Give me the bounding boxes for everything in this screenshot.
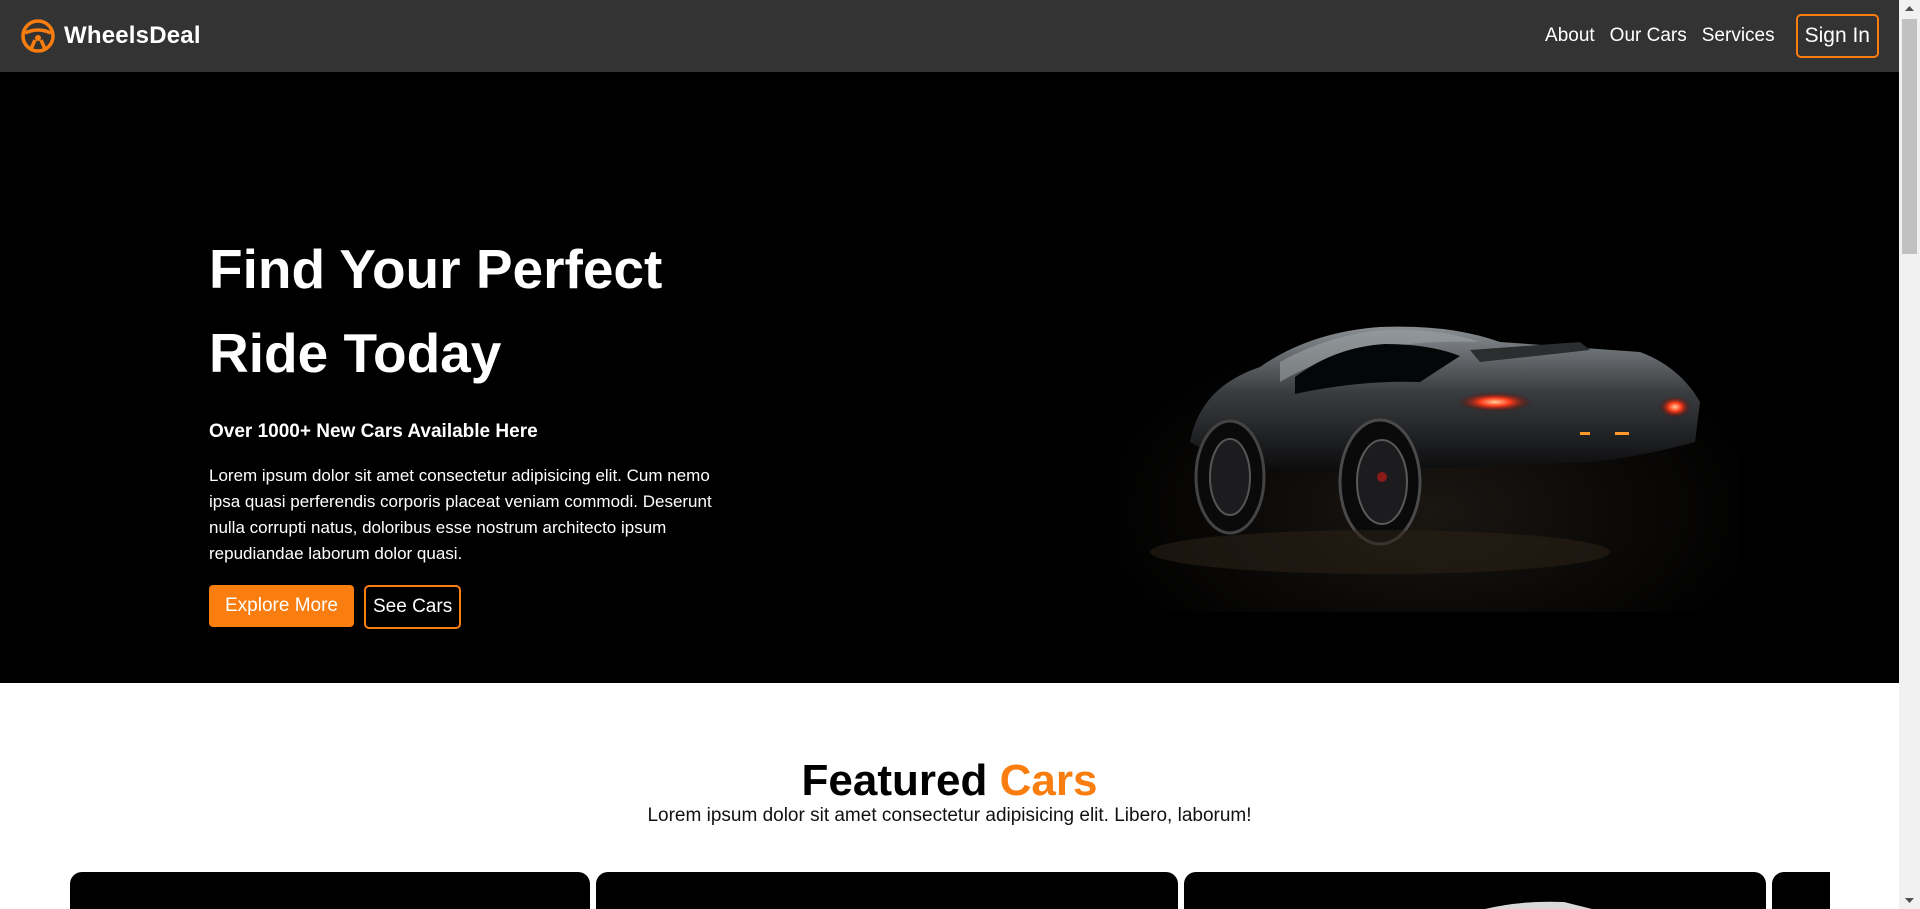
navbar: WheelsDeal About Our Cars Services Sign … bbox=[0, 0, 1899, 72]
car-card[interactable] bbox=[1184, 872, 1766, 909]
see-cars-button[interactable]: See Cars bbox=[364, 585, 462, 629]
explore-more-button[interactable]: Explore More bbox=[209, 585, 354, 627]
nav-link-about[interactable]: About bbox=[1545, 25, 1595, 47]
hero-buttons: Explore More See Cars bbox=[209, 585, 749, 629]
car-card-image bbox=[1485, 901, 1592, 909]
car-card[interactable] bbox=[70, 872, 590, 909]
featured-title: Featured Cars bbox=[0, 755, 1899, 807]
hero-title: Find Your Perfect Ride Today bbox=[209, 227, 749, 395]
sign-in-button[interactable]: Sign In bbox=[1795, 14, 1879, 58]
dark-sports-car-image bbox=[1120, 272, 1740, 612]
featured-title-accent: Cars bbox=[999, 756, 1098, 805]
hero-title-line-2: Ride Today bbox=[209, 322, 502, 384]
nav-link-our-cars[interactable]: Our Cars bbox=[1610, 25, 1687, 47]
hero-description: Lorem ipsum dolor sit amet consectetur a… bbox=[209, 466, 712, 563]
featured-subtitle: Lorem ipsum dolor sit amet consectetur a… bbox=[647, 805, 1252, 826]
hero-content: Find Your Perfect Ride Today Over 1000+ … bbox=[209, 227, 749, 629]
nav-link-services[interactable]: Services bbox=[1702, 25, 1775, 47]
scroll-up-arrow-icon[interactable] bbox=[1899, 0, 1920, 17]
brand[interactable]: WheelsDeal bbox=[20, 18, 201, 54]
page: WheelsDeal About Our Cars Services Sign … bbox=[0, 0, 1899, 909]
car-card[interactable] bbox=[1772, 872, 1830, 909]
nav-links: About Our Cars Services Sign In bbox=[1545, 14, 1879, 58]
scrollbar-thumb[interactable] bbox=[1902, 19, 1917, 254]
featured-cars-section: Featured Cars Lorem ipsum dolor sit amet… bbox=[0, 683, 1899, 909]
brand-name: WheelsDeal bbox=[64, 22, 201, 49]
hero-title-line-1: Find Your Perfect bbox=[209, 238, 663, 300]
hero-subtitle: Over 1000+ New Cars Available Here bbox=[209, 421, 538, 442]
steering-wheel-icon bbox=[21, 19, 55, 53]
vertical-scrollbar[interactable] bbox=[1899, 0, 1920, 909]
hero-section: Find Your Perfect Ride Today Over 1000+ … bbox=[0, 72, 1899, 683]
scroll-down-arrow-icon[interactable] bbox=[1899, 892, 1920, 909]
car-card[interactable] bbox=[596, 872, 1178, 909]
car-cards bbox=[70, 872, 1830, 909]
featured-title-main: Featured bbox=[801, 756, 988, 805]
